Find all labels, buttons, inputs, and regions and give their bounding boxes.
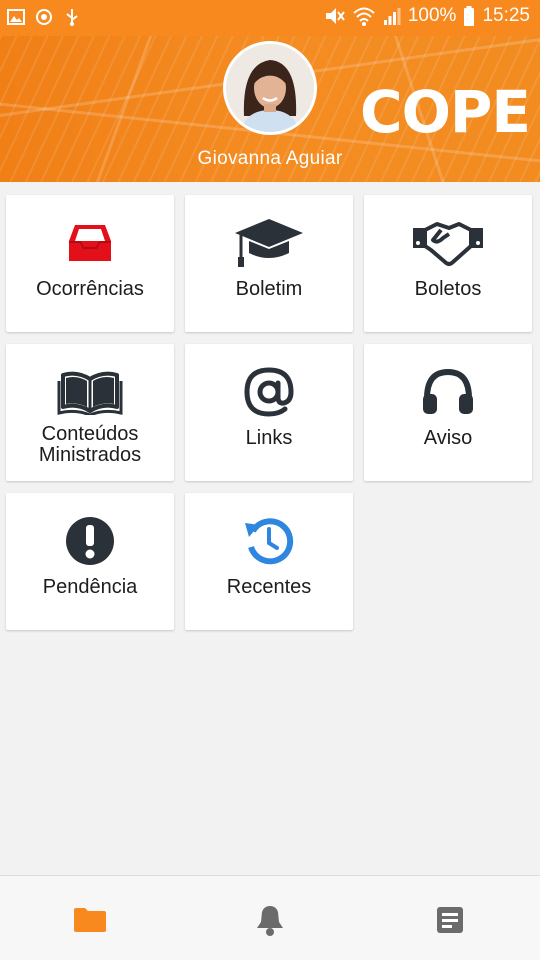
brand-logo: COPE — [360, 78, 531, 146]
bell-icon — [257, 906, 283, 936]
menu-item-recentes[interactable]: Recentes — [185, 493, 353, 630]
menu-item-label: Boletim — [235, 278, 303, 300]
menu-item-label: Conteúdos Ministrados — [38, 423, 142, 466]
nav-notifications-button[interactable] — [250, 900, 290, 940]
sync-notification-icon — [36, 9, 52, 25]
status-left-icons — [6, 6, 82, 28]
bottom-navigation — [0, 875, 540, 960]
avatar[interactable] — [223, 41, 317, 135]
menu-item-label: Pendência — [42, 576, 138, 598]
usb-notification-icon — [66, 9, 78, 26]
gallery-notification-icon — [7, 9, 25, 25]
battery-percent: 100% — [407, 5, 457, 26]
handshake-icon — [411, 217, 485, 269]
menu-item-boletim[interactable]: Boletim — [185, 195, 353, 332]
mute-icon — [325, 8, 345, 24]
menu-item-label: Links — [245, 427, 293, 449]
signal-icon — [383, 8, 401, 25]
battery-icon — [464, 6, 475, 26]
exclamation-circle-icon — [65, 515, 115, 567]
menu-item-conteudos-ministrados[interactable]: Conteúdos Ministrados — [6, 344, 174, 481]
menu-item-boletos[interactable]: Boletos — [364, 195, 532, 332]
menu-item-label: Boletos — [414, 278, 482, 300]
graduation-cap-icon — [233, 217, 305, 269]
user-name: Giovanna Aguiar — [197, 148, 343, 169]
status-right: 100% 15:25 — [323, 5, 530, 27]
wifi-icon — [353, 7, 375, 26]
menu-item-ocorrencias[interactable]: Ocorrências — [6, 195, 174, 332]
clock: 15:25 — [482, 5, 530, 26]
menu-item-label: Recentes — [226, 576, 312, 598]
folder-icon — [74, 908, 106, 932]
at-sign-icon — [243, 366, 295, 418]
menu-item-label: Ocorrências — [36, 278, 144, 300]
nav-folder-button[interactable] — [70, 900, 110, 940]
avatar-photo — [226, 44, 314, 132]
menu-item-links[interactable]: Links — [185, 344, 353, 481]
nav-documents-button[interactable] — [430, 900, 470, 940]
profile-header: Giovanna Aguiar COPE — [0, 36, 540, 182]
menu-item-pendencia[interactable]: Pendência — [6, 493, 174, 630]
menu-item-label: Aviso — [423, 427, 473, 449]
status-bar: 100% 15:25 — [0, 0, 540, 36]
open-book-icon — [57, 366, 123, 418]
headphones-icon — [421, 366, 475, 418]
document-icon — [437, 907, 463, 933]
inbox-icon — [65, 217, 115, 269]
history-icon — [243, 515, 295, 567]
menu-item-aviso[interactable]: Aviso — [364, 344, 532, 481]
